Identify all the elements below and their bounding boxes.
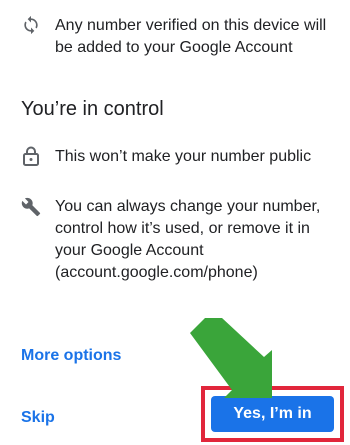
skip-button[interactable]: Skip xyxy=(21,408,55,428)
section-title: You’re in control xyxy=(21,98,164,120)
confirm-button[interactable]: Yes, I’m in xyxy=(211,396,334,432)
privacy-notice-text: This won’t make your number public xyxy=(55,148,312,165)
sync-notice-text: Any number verified on this device will … xyxy=(55,17,327,56)
control-notice-text: You can always change your number, contr… xyxy=(55,198,321,281)
account-phone-consent-screen: Any number verified on this device will … xyxy=(0,0,350,445)
lock-icon xyxy=(20,145,42,167)
primary-button-highlight: Yes, I’m in xyxy=(201,386,344,442)
more-options-link[interactable]: More options xyxy=(21,346,121,366)
wrench-icon xyxy=(20,196,42,218)
sync-icon xyxy=(20,14,42,36)
